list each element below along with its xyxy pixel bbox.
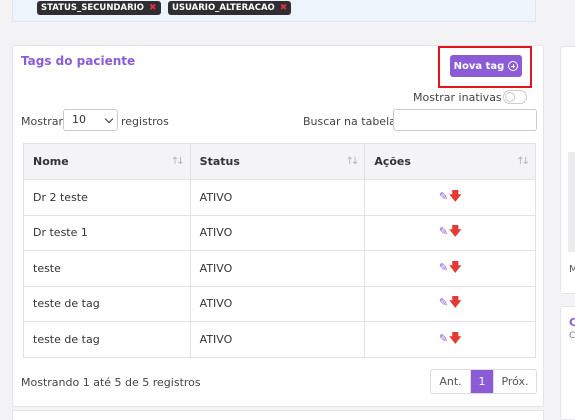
filter-chip: STATUS_SECUNDARIO ✖ [37,1,161,15]
pagination-prev-button[interactable]: Ant. [431,370,471,393]
search-input[interactable] [393,109,537,131]
cell-status: ATIVO [189,285,366,322]
side-panel-2-text: C [569,331,575,341]
cell-actions: ✎🡇 [364,179,536,216]
cell-nome: teste de tag [23,321,191,358]
table-row: Dr 2 teste ATIVO ✎🡇 [23,179,536,216]
table-row: teste ATIVO ✎🡇 [23,250,536,287]
close-icon[interactable]: ✖ [149,3,157,13]
sort-icon: ↑↓ [345,156,360,167]
edit-pencil-icon[interactable]: ✎ [439,225,448,238]
column-header-label: Nome [33,155,69,168]
arrow-down-icon[interactable]: 🡇 [449,293,461,314]
arrow-down-icon[interactable]: 🡇 [449,258,461,279]
cell-nome: Dr 2 teste [23,179,191,216]
cell-actions: ✎🡇 [364,250,536,287]
filter-chip-label: STATUS_SECUNDARIO [41,3,145,13]
column-header-acoes[interactable]: Ações ↑↓ [364,143,536,180]
show-inactive-toggle[interactable] [503,90,527,104]
length-menu-suffix: registros [121,115,169,128]
edit-pencil-icon[interactable]: ✎ [439,296,448,309]
tags-table: Nome ↑↓ Status ↑↓ Ações ↑↓ Dr 2 teste AT… [23,143,536,358]
cell-actions: ✎🡇 [364,285,536,322]
table-row: Dr teste 1 ATIVO ✎🡇 [23,214,536,251]
edit-pencil-icon[interactable]: ✎ [439,190,448,203]
table-row: teste de tag ATIVO ✎🡇 [23,285,536,322]
column-header-nome[interactable]: Nome ↑↓ [23,143,191,180]
cell-nome: teste de tag [23,285,191,322]
arrow-down-icon[interactable]: 🡇 [449,222,461,243]
filter-chip: USUARIO_ALTERACAO ✖ [168,1,292,15]
table-info: Mostrando 1 até 5 de 5 registros [21,376,201,389]
column-header-status[interactable]: Status ↑↓ [189,143,366,180]
cell-status: ATIVO [189,179,366,216]
search-label: Buscar na tabela: [303,115,400,128]
close-icon[interactable]: ✖ [280,3,288,13]
filter-chip-label: USUARIO_ALTERACAO [172,3,275,13]
sort-icon: ↑↓ [516,156,530,167]
cell-status: ATIVO [189,214,366,251]
cell-status: ATIVO [189,321,366,358]
page-length-value: 10 [72,113,86,126]
cell-nome: teste [23,250,191,287]
page-length-select[interactable]: 10 [63,109,118,131]
side-panel-2-title: C [569,316,575,329]
edit-pencil-icon[interactable]: ✎ [439,261,448,274]
card-title: Tags do paciente [21,54,136,68]
pagination: Ant. 1 Próx. [430,369,537,394]
sort-icon: ↑↓ [170,156,185,167]
column-header-label: Ações [374,155,411,168]
edit-pencil-icon[interactable]: ✎ [439,332,448,345]
new-tag-button-label: Nova tag [453,60,505,72]
table-row: teste de tag ATIVO ✎🡇 [23,321,536,358]
side-panel-label: M [569,264,575,275]
arrow-down-icon[interactable]: 🡇 [449,329,461,350]
next-card-edge [12,410,544,420]
new-tag-button[interactable]: Nova tag [450,55,522,77]
length-menu-prefix: Mostrar [21,115,64,128]
active-filters-strip: STATUS_SECUNDARIO ✖ USUARIO_ALTERACAO ✖ [12,0,536,22]
table-header-row: Nome ↑↓ Status ↑↓ Ações ↑↓ [23,143,536,180]
arrow-down-icon[interactable]: 🡇 [449,187,461,208]
cell-actions: ✎🡇 [364,214,536,251]
chevron-down-icon [104,114,114,124]
cell-nome: Dr teste 1 [23,214,191,251]
column-header-label: Status [199,155,240,168]
pagination-next-button[interactable]: Próx. [493,370,536,393]
plus-circle-icon [508,61,519,71]
side-panel-content [568,152,575,252]
cell-actions: ✎🡇 [364,321,536,358]
cell-status: ATIVO [189,250,366,287]
pagination-page-button[interactable]: 1 [471,370,493,393]
show-inactive-label: Mostrar inativas [413,91,502,104]
patient-tags-card: Tags do paciente Nova tag Mostrar inativ… [12,45,544,407]
